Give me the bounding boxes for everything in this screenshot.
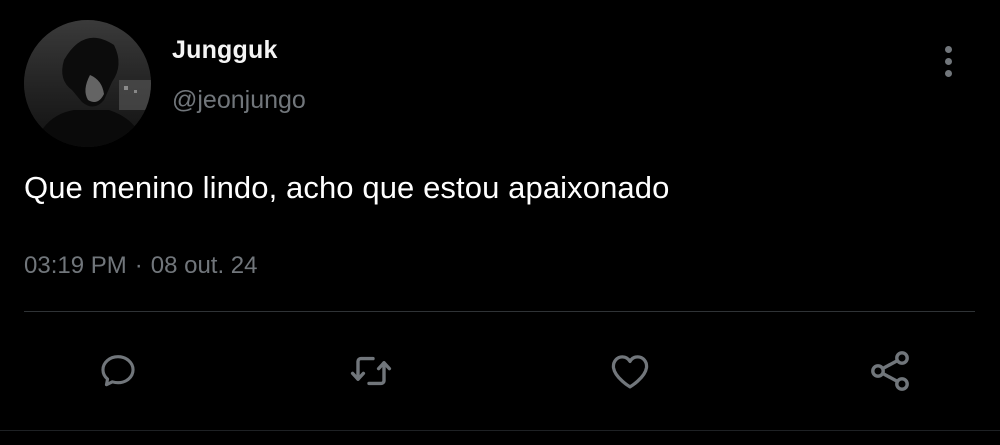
tweet-time: 03:19 PM xyxy=(24,252,127,279)
avatar[interactable] xyxy=(24,20,151,147)
tweet-text: Que menino lindo, acho que estou apaixon… xyxy=(24,170,670,205)
divider xyxy=(24,311,975,312)
more-dot-icon xyxy=(944,69,952,77)
meta-separator: · xyxy=(134,252,143,279)
bottom-divider xyxy=(0,430,1000,431)
more-options-button[interactable] xyxy=(932,40,964,82)
share-icon xyxy=(871,351,909,391)
author-handle[interactable]: @jeonjungo xyxy=(172,86,306,115)
reply-button[interactable] xyxy=(93,346,143,396)
avatar-image xyxy=(24,20,151,147)
reply-icon xyxy=(101,355,135,387)
more-dot-icon xyxy=(944,57,952,65)
tweet-date: 08 out. 24 xyxy=(150,252,258,279)
tweet-card: Jungguk @jeonjungo Que menino lindo, ach… xyxy=(0,0,1000,445)
retweet-icon xyxy=(350,356,392,386)
more-dot-icon xyxy=(944,45,952,53)
tweet-metadata: 03:19 PM · 08 out. 24 xyxy=(24,252,258,280)
heart-icon xyxy=(611,355,649,389)
author-display-name[interactable]: Jungguk xyxy=(172,36,278,65)
like-button[interactable] xyxy=(605,346,655,396)
share-button[interactable] xyxy=(865,346,915,396)
retweet-button[interactable] xyxy=(346,346,396,396)
